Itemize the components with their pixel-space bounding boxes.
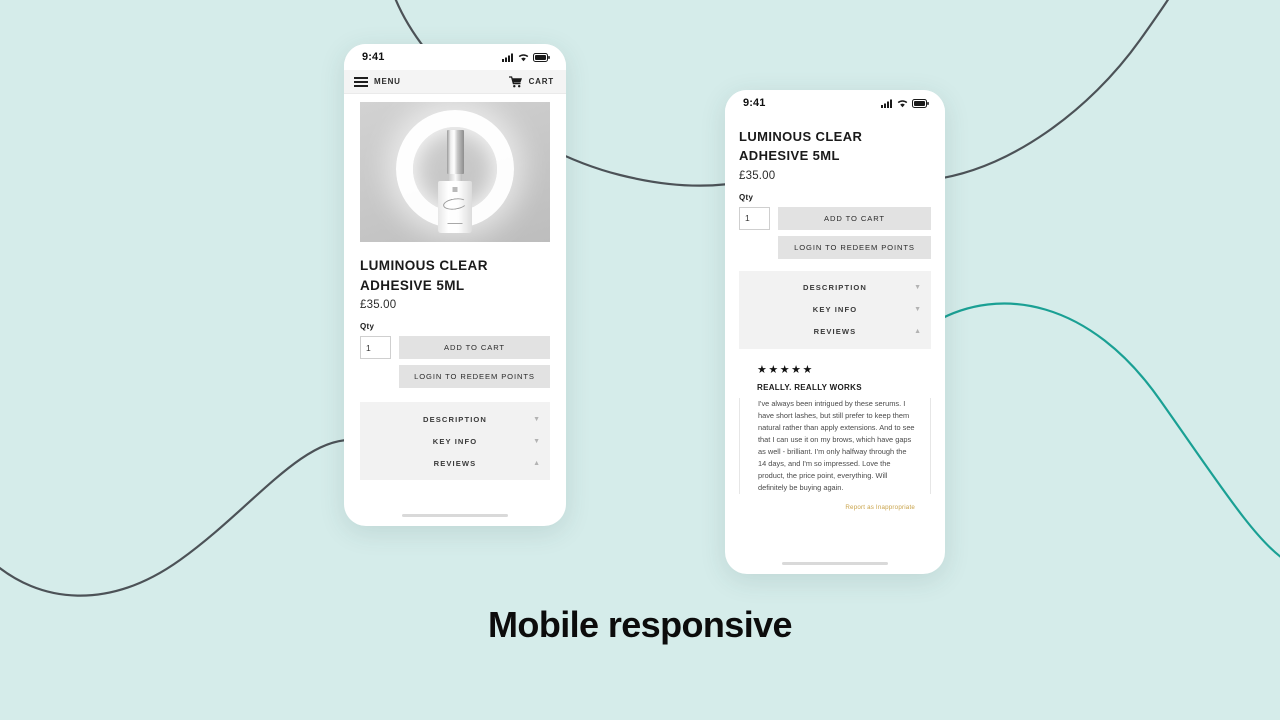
quantity-label: Qty — [360, 322, 375, 332]
status-icon-group — [502, 52, 550, 62]
accordion-label: KEY INFO — [812, 305, 858, 315]
chevron-up-icon: ▲ — [533, 459, 540, 467]
chevron-down-icon: ▼ — [914, 284, 921, 292]
status-time: 9:41 — [743, 97, 766, 109]
accordion-item-reviews[interactable]: REVIEWS ▲ — [360, 452, 550, 474]
add-to-cart-button[interactable]: ADD TO CART — [399, 336, 550, 360]
status-bar: 9:41 — [344, 44, 566, 70]
menu-button[interactable]: MENU — [354, 76, 401, 87]
login-to-redeem-points-button[interactable]: LOGIN TO REDEEM POINTS — [778, 235, 931, 259]
accordion-label: DESCRIPTION — [423, 414, 487, 424]
accordion-label: DESCRIPTION — [803, 283, 867, 293]
purchase-controls: ADD TO CART LOGIN TO REDEEM POINTS — [360, 336, 550, 389]
cart-label: CART — [528, 77, 554, 86]
accordion-label: REVIEWS — [813, 327, 857, 337]
status-bar: 9:41 — [725, 90, 945, 116]
shopping-cart-icon — [508, 75, 522, 87]
accordion-item-description[interactable]: DESCRIPTION ▼ — [360, 408, 550, 430]
slide-canvas: 9:41 MENU CART LUMINOUS CLEAR ADHESIVE 5… — [0, 0, 1280, 720]
wifi-icon — [897, 99, 908, 107]
accordion-label: KEY INFO — [432, 436, 478, 446]
battery-icon — [912, 98, 929, 108]
accordion-item-key-info[interactable]: KEY INFO ▼ — [360, 430, 550, 452]
page-title: LUMINOUS CLEAR ADHESIVE 5ML — [739, 129, 863, 163]
home-indicator — [782, 562, 888, 565]
product-price: £35.00 — [739, 169, 776, 182]
page-title: LUMINOUS CLEAR ADHESIVE 5ML — [360, 258, 488, 293]
accordion-label: REVIEWS — [433, 458, 477, 468]
quantity-input[interactable] — [739, 206, 770, 230]
battery-icon — [533, 52, 550, 62]
product-accordion: DESCRIPTION ▼ KEY INFO ▼ REVIEWS ▲ — [739, 270, 931, 349]
status-icon-group — [881, 98, 929, 108]
phone-mockup-reviews-expanded: 9:41 LUMINOUS CLEAR ADHESIVE 5ML £35.00 … — [725, 90, 945, 574]
status-time: 9:41 — [362, 51, 385, 63]
add-to-cart-button[interactable]: ADD TO CART — [778, 206, 931, 230]
hamburger-icon — [354, 76, 368, 87]
login-to-redeem-points-button[interactable]: LOGIN TO REDEEM POINTS — [399, 365, 550, 389]
report-as-inappropriate-link[interactable]: Report as Inappropriate — [739, 504, 931, 511]
product-image[interactable] — [360, 102, 550, 242]
wifi-icon — [518, 53, 529, 61]
quantity-input[interactable] — [360, 336, 391, 360]
home-indicator — [402, 514, 508, 517]
chevron-down-icon: ▼ — [533, 415, 540, 423]
phone-mockup-product-page: 9:41 MENU CART LUMINOUS CLEAR ADHESIVE 5… — [344, 44, 566, 526]
curve-top-right — [928, 0, 1170, 182]
callout-curve-teal — [933, 302, 1280, 558]
product-accordion: DESCRIPTION ▼ KEY INFO ▼ REVIEWS ▲ — [360, 402, 550, 481]
cart-button[interactable]: CART — [508, 75, 554, 88]
review-body: I've always been intrigued by these seru… — [739, 397, 931, 494]
cellular-signal-icon — [502, 53, 513, 62]
quantity-label: Qty — [739, 192, 754, 202]
star-rating-icon: ★★★★★ — [757, 363, 814, 376]
slide-caption: Mobile responsive — [488, 604, 792, 645]
chevron-down-icon: ▼ — [533, 437, 540, 445]
curve-bottom-left — [0, 438, 352, 597]
product-bottle-graphic — [438, 130, 472, 233]
accordion-item-description[interactable]: DESCRIPTION ▼ — [739, 277, 931, 299]
reviews-panel: ★★★★★ REALLY. REALLY WORKS I've always b… — [739, 363, 931, 511]
accordion-item-key-info[interactable]: KEY INFO ▼ — [739, 299, 931, 321]
chevron-down-icon: ▼ — [914, 306, 921, 314]
product-price: £35.00 — [360, 299, 397, 312]
top-nav-bar: MENU CART — [344, 70, 566, 94]
purchase-controls: ADD TO CART LOGIN TO REDEEM POINTS — [739, 206, 931, 259]
chevron-up-icon: ▲ — [914, 328, 921, 336]
review-title: REALLY. REALLY WORKS — [757, 382, 862, 392]
menu-label: MENU — [374, 77, 401, 86]
cellular-signal-icon — [881, 99, 892, 108]
accordion-item-reviews[interactable]: REVIEWS ▲ — [739, 321, 931, 343]
